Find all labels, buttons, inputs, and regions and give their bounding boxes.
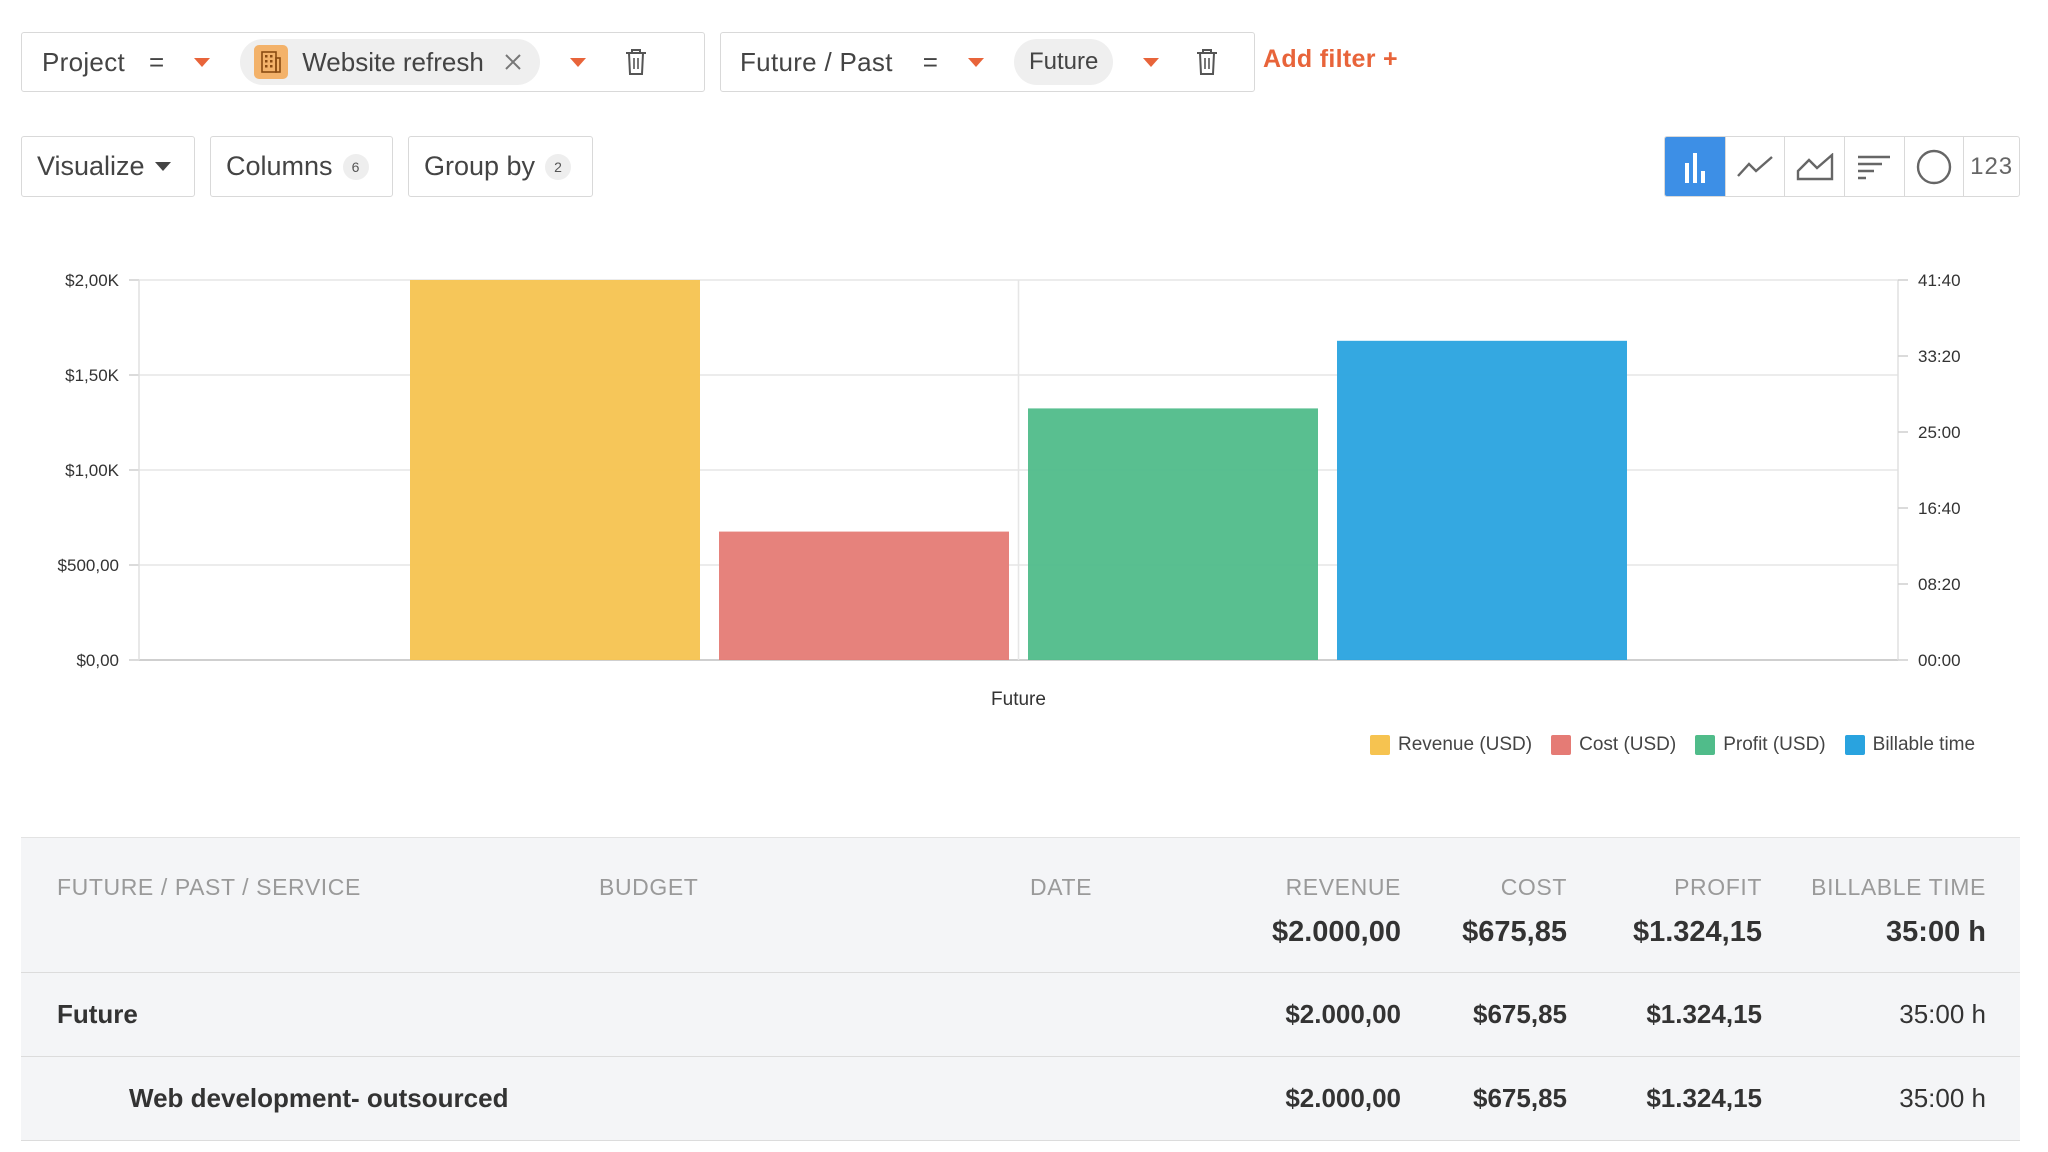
operator-dropdown-icon[interactable] xyxy=(967,57,984,67)
legend-swatch-billable-time xyxy=(1844,735,1865,755)
row-profit: $1.324,15 xyxy=(1646,999,1762,1029)
bar-billable-time xyxy=(1337,340,1627,660)
row-billable-time: 35:00 h xyxy=(1899,999,1986,1029)
bar-profit xyxy=(1028,408,1318,660)
group-by-count-badge: 2 xyxy=(545,153,572,180)
row-cost: $675,85 xyxy=(1473,1083,1567,1113)
legend-label-cost: Cost (USD) xyxy=(1579,734,1677,755)
row-cost: $675,85 xyxy=(1473,999,1567,1029)
delete-filter-icon[interactable] xyxy=(1195,48,1219,76)
right-axis-tick-label: 16:40 xyxy=(1918,499,1961,518)
row-profit: $1.324,15 xyxy=(1646,1083,1762,1113)
legend-swatch-cost xyxy=(1551,735,1572,755)
table-row[interactable]: Web development- outsourced $2.000,00 $6… xyxy=(21,1057,2020,1141)
right-axis-tick-label: 00:00 xyxy=(1918,651,1961,670)
operator-dropdown-icon[interactable] xyxy=(194,57,211,67)
line-chart-icon[interactable] xyxy=(1726,137,1786,196)
delete-filter-icon[interactable] xyxy=(624,48,648,76)
header-service[interactable]: FUTURE / PAST / SERVICE xyxy=(57,874,361,901)
left-axis-tick-label: $2,00K xyxy=(65,271,120,290)
legend-label-profit: Profit (USD) xyxy=(1723,734,1826,755)
filter-field-label[interactable]: Future / Past xyxy=(740,47,893,78)
filter-value-label: Future xyxy=(1028,48,1099,75)
header-billable-time[interactable]: BILLABLE TIME xyxy=(1811,874,1986,901)
table-row[interactable]: Future $2.000,00 $675,85 $1.324,15 35:00… xyxy=(21,973,2020,1057)
header-revenue[interactable]: REVENUE xyxy=(1286,874,1401,901)
right-axis-tick-label: 33:20 xyxy=(1918,347,1961,366)
pie-chart-icon[interactable] xyxy=(1905,137,1965,196)
bar-chart-icon[interactable] xyxy=(1665,137,1726,196)
filter-operator[interactable]: = xyxy=(923,47,938,78)
horizontal-bar-icon[interactable] xyxy=(1845,137,1905,196)
legend-swatch-profit xyxy=(1695,735,1716,755)
row-name: Web development- outsourced xyxy=(129,1083,509,1113)
filter-value-label: Website refresh xyxy=(302,46,484,77)
legend-label-billable-time: Billable time xyxy=(1872,734,1976,755)
header-budget[interactable]: BUDGET xyxy=(599,874,698,901)
value-dropdown-icon[interactable] xyxy=(569,57,586,67)
left-axis-tick-label: $1,50K xyxy=(65,366,120,385)
table-header: FUTURE / PAST / SERVICE BUDGET DATE REVE… xyxy=(21,837,2020,973)
filter-field-label[interactable]: Project xyxy=(42,47,125,78)
filter-operator[interactable]: = xyxy=(149,47,164,78)
bar-cost xyxy=(719,531,1009,660)
remove-value-icon[interactable] xyxy=(504,53,522,71)
filter-future-past: Future / Past = Future xyxy=(720,32,1255,92)
left-axis-tick-label: $500,00 xyxy=(58,556,119,575)
area-chart-icon[interactable] xyxy=(1785,137,1845,196)
total-cost: $675,85 xyxy=(1462,916,1567,948)
right-axis-tick-label: 41:40 xyxy=(1918,271,1961,290)
group-by-button[interactable]: Group by 2 xyxy=(408,136,593,197)
row-revenue: $2.000,00 xyxy=(1285,1083,1401,1113)
chart-type-selector: 123 xyxy=(1664,136,2020,197)
legend-swatch-revenue xyxy=(1370,735,1390,755)
total-billable-time: 35:00 h xyxy=(1886,916,1986,948)
row-revenue: $2.000,00 xyxy=(1285,999,1401,1029)
x-axis-category-label: Future xyxy=(991,689,1046,710)
filter-value-chip[interactable]: Future xyxy=(1013,39,1114,85)
columns-button[interactable]: Columns 6 xyxy=(210,136,393,197)
row-name: Future xyxy=(57,999,138,1029)
bar-revenue xyxy=(410,280,700,660)
total-profit: $1.324,15 xyxy=(1632,916,1762,948)
total-revenue: $2.000,00 xyxy=(1271,916,1401,948)
number-icon[interactable]: 123 xyxy=(1964,137,2019,196)
right-axis-tick-label: 25:00 xyxy=(1918,423,1961,442)
left-axis-tick-label: $1,00K xyxy=(65,461,120,480)
filter-project: Project = Website refresh xyxy=(21,32,705,92)
legend: Revenue (USD) Cost (USD) Profit (USD) Bi… xyxy=(1370,734,1975,756)
legend-label-revenue: Revenue (USD) xyxy=(1398,734,1533,755)
group-by-label: Group by xyxy=(424,151,536,181)
value-dropdown-icon[interactable] xyxy=(1143,57,1160,67)
columns-count-badge: 6 xyxy=(342,153,369,180)
header-date[interactable]: DATE xyxy=(1030,874,1092,901)
building-icon xyxy=(254,45,289,79)
bar-chart: $0,00 $500,00 $1,00K $1,50K $2,00K 00:00 08:20… xyxy=(58,271,1961,710)
filter-value-chip[interactable]: Website refresh xyxy=(240,39,540,85)
add-filter-link[interactable]: Add filter + xyxy=(1263,45,1398,74)
chevron-down-icon xyxy=(154,162,171,171)
header-cost[interactable]: COST xyxy=(1501,874,1567,901)
header-profit[interactable]: PROFIT xyxy=(1674,874,1762,901)
number-label: 123 xyxy=(1970,152,2014,180)
left-axis-tick-label: $0,00 xyxy=(76,651,119,670)
visualize-label: Visualize xyxy=(37,151,145,181)
visualize-dropdown[interactable]: Visualize xyxy=(21,136,195,197)
row-billable-time: 35:00 h xyxy=(1899,1083,1986,1113)
columns-label: Columns xyxy=(226,151,333,181)
right-axis-tick-label: 08:20 xyxy=(1918,575,1961,594)
report-table: FUTURE / PAST / SERVICE BUDGET DATE REVE… xyxy=(21,837,2020,1141)
